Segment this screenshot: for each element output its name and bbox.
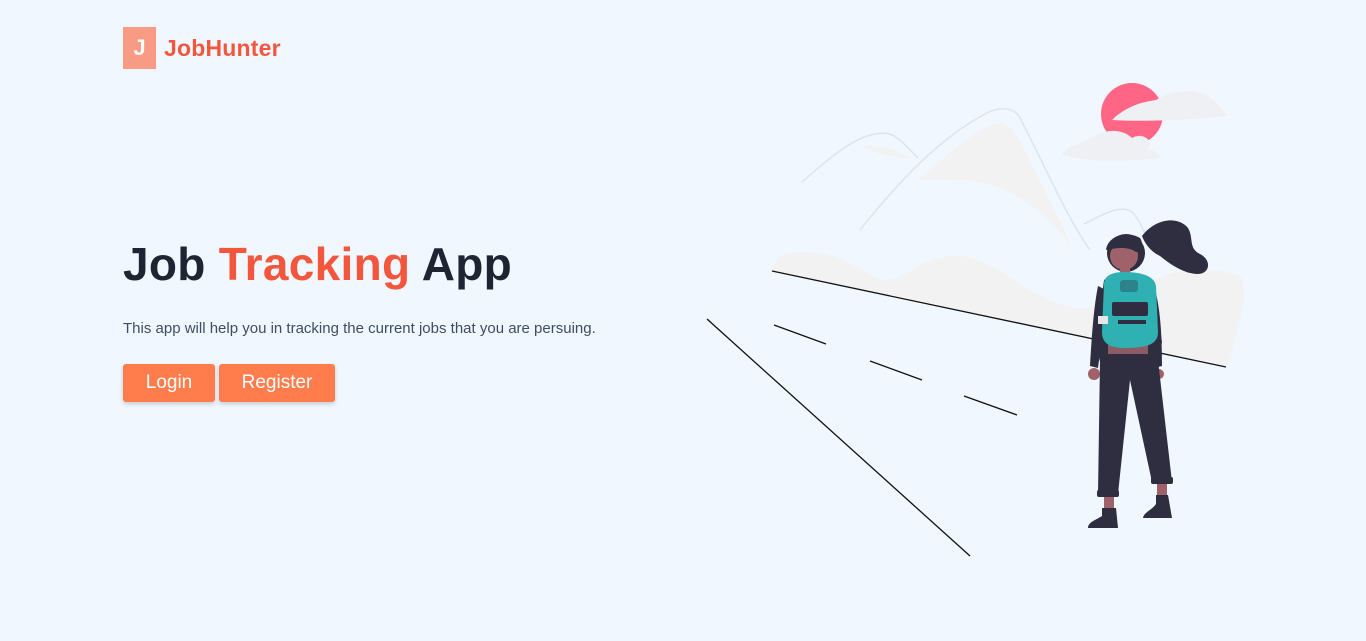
brand-logo[interactable]: J JobHunter: [123, 27, 281, 69]
hero-description: This app will help you in tracking the c…: [123, 320, 596, 337]
logo-mark-icon: J: [123, 27, 156, 69]
hiker-figure-icon: [1088, 220, 1209, 528]
page-title: Job Tracking App: [123, 234, 683, 294]
hill-icon: [770, 252, 1245, 366]
title-accent: Tracking: [218, 238, 411, 290]
mountains-icon: [801, 108, 1146, 251]
title-part-2: App: [421, 238, 513, 290]
hiker-illustration-icon: [706, 83, 1245, 557]
title-part-1: Job: [123, 238, 206, 290]
brand-name: JobHunter: [164, 34, 281, 61]
hero-section: Job Tracking App This app will help you …: [123, 234, 683, 402]
hero-actions: Login Register: [123, 364, 683, 402]
register-button[interactable]: Register: [219, 364, 335, 402]
login-button[interactable]: Login: [123, 364, 215, 402]
